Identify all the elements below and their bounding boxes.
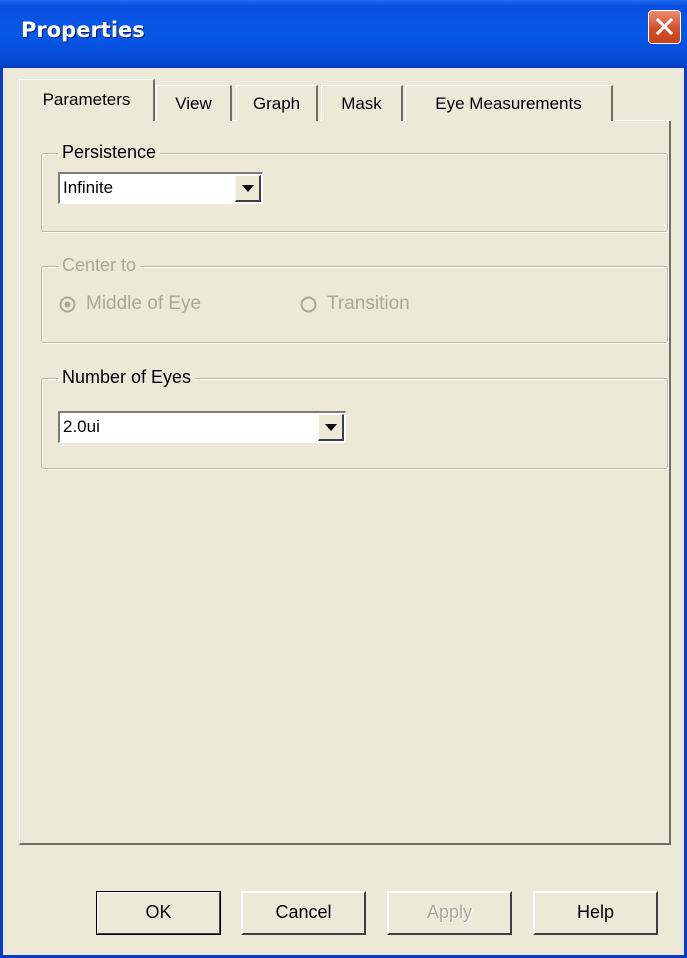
persistence-legend: Persistence	[58, 142, 161, 163]
close-icon	[655, 17, 674, 36]
tab-view[interactable]: View	[156, 85, 232, 121]
tab-eye-measurements[interactable]: Eye Measurements	[405, 85, 613, 121]
help-button[interactable]: Help	[533, 891, 658, 935]
radio-transition-label: Transition	[327, 293, 410, 314]
title-bar[interactable]: Properties	[0, 0, 687, 68]
number-of-eyes-dropdown-button[interactable]	[318, 414, 344, 441]
radio-middle-of-eye-label: Middle of Eye	[86, 293, 202, 314]
number-of-eyes-value: 2.0ui	[63, 417, 100, 436]
tab-parameters-label: Parameters	[42, 90, 131, 109]
cancel-button[interactable]: Cancel	[241, 891, 366, 935]
ok-button[interactable]: OK	[96, 891, 221, 935]
center-to-group: Center to Middle of Eye Transition	[41, 255, 668, 343]
window-title: Properties	[21, 18, 145, 42]
number-of-eyes-legend: Number of Eyes	[58, 367, 196, 388]
tab-graph[interactable]: Graph	[236, 85, 318, 121]
apply-button[interactable]: Apply	[387, 891, 512, 935]
chevron-down-icon	[325, 424, 337, 431]
chevron-down-icon	[242, 185, 254, 192]
tab-mask-label: Mask	[341, 94, 382, 113]
tab-mask[interactable]: Mask	[321, 85, 403, 121]
persistence-value: Infinite	[63, 178, 114, 197]
tab-graph-label: Graph	[252, 94, 301, 113]
properties-dialog: Properties Parameters View Graph Mask Ey…	[0, 0, 687, 958]
close-button[interactable]	[648, 10, 681, 44]
tab-parameters[interactable]: Parameters	[19, 79, 155, 121]
number-of-eyes-dropdown[interactable]: 2.0ui	[58, 411, 346, 443]
persistence-dropdown[interactable]: Infinite	[58, 172, 263, 204]
tab-view-label: View	[175, 94, 212, 113]
radio-unselected-icon	[300, 296, 317, 313]
number-of-eyes-group: Number of Eyes 2.0ui	[41, 367, 668, 469]
center-to-legend: Center to	[58, 255, 141, 276]
radio-selected-icon	[59, 296, 76, 313]
persistence-group: Persistence Infinite	[41, 142, 668, 232]
tab-eye-measurements-label: Eye Measurements	[435, 94, 582, 113]
persistence-dropdown-button[interactable]	[235, 175, 261, 202]
